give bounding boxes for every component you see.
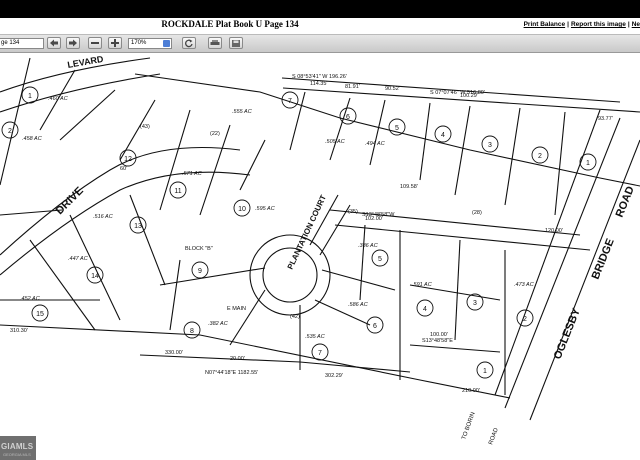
zoom-value: 170% — [131, 40, 147, 46]
lot-number: 15 — [36, 311, 44, 318]
misc-label: (22) — [210, 131, 220, 137]
lot-area: .516 AC — [93, 214, 113, 220]
lot-number: 13 — [134, 223, 142, 230]
lot-area: .452 AC — [20, 296, 40, 302]
misc-label: (28) — [472, 210, 482, 216]
block-label: BLOCK "B" — [185, 246, 213, 252]
misc-label: 60' — [120, 166, 127, 172]
lot-area: .505 AC — [325, 139, 345, 145]
lot-area: .494 AC — [365, 141, 385, 147]
lot-area: .586 AC — [348, 302, 368, 308]
zoom-out-button[interactable] — [88, 37, 102, 49]
lot-number: 7 — [288, 98, 292, 105]
lot-number: 10 — [238, 206, 246, 213]
lot-number: 4 — [441, 132, 445, 139]
forward-button[interactable] — [66, 37, 80, 49]
lot-number: 3 — [488, 142, 492, 149]
viewer-toolbar: ge 134 170% — [0, 35, 640, 53]
dimension-label: 100.29' — [460, 93, 478, 99]
back-button[interactable] — [47, 37, 61, 49]
lot-area: .535 AC — [305, 334, 325, 340]
link-separator: | — [627, 21, 630, 28]
lot-number: 4 — [423, 306, 427, 313]
plat-image-viewer[interactable]: 1 2 12 11 10 7 6 5 4 3 2 1 13 9 14 15 8 … — [0, 53, 640, 460]
lot-number: 1 — [28, 93, 32, 100]
zoom-in-button[interactable] — [108, 37, 122, 49]
dimension-label: 302.29' — [325, 373, 343, 379]
top-black-bar — [0, 0, 640, 18]
misc-label: (42) — [290, 314, 300, 320]
dimension-label: 330.00' — [165, 350, 183, 356]
dimension-label: 90.52' — [385, 86, 400, 92]
lot-area: .458 AC — [22, 136, 42, 142]
page-title: ROCKDALE Plat Book U Page 134 — [161, 19, 299, 29]
lot-area: .460 AC — [48, 96, 68, 102]
lot-number: 11 — [174, 188, 181, 195]
lot-area: .571 AC — [182, 171, 202, 177]
plat-map-drawing: 1 2 12 11 10 7 6 5 4 3 2 1 13 9 14 15 8 … — [0, 53, 640, 460]
lot-number: 2 — [8, 128, 12, 135]
lot-number: 5 — [395, 125, 399, 132]
watermark-text: GIAMLS — [1, 442, 34, 451]
lot-area: .473 AC — [514, 282, 534, 288]
page-field[interactable]: ge 134 — [0, 38, 44, 49]
lot-area: .447 AC — [68, 256, 88, 262]
dimension-label: 310.30' — [10, 328, 28, 334]
lot-area: .591 AC — [412, 282, 432, 288]
print-icon — [210, 40, 220, 45]
easement-label: E MAIN — [227, 306, 246, 312]
zoom-select[interactable]: 170% — [128, 38, 172, 49]
lot-number: 2 — [538, 153, 542, 160]
mls-watermark: GIAMLS GEORGIA MLS — [0, 436, 36, 460]
lot-number: 8 — [190, 328, 194, 335]
misc-label: (43) — [140, 124, 150, 130]
lot-number: 14 — [91, 273, 99, 280]
lot-number: 7 — [318, 350, 322, 357]
dimension-label: 93.77' — [598, 116, 613, 122]
save-button[interactable] — [229, 37, 243, 49]
misc-label: (35) — [348, 209, 358, 215]
lot-number: 2 — [523, 316, 527, 323]
lot-number: 12 — [124, 156, 132, 163]
title-bar: ROCKDALE Plat Book U Page 134 Print Bala… — [0, 18, 640, 35]
dropdown-arrow-icon — [163, 40, 170, 47]
forward-arrow-icon — [69, 39, 77, 47]
zoom-out-icon — [91, 42, 99, 44]
dimension-label: 81.91' — [345, 84, 360, 90]
dimension-label: 114.35' — [310, 81, 327, 87]
bearing-label: S 08°53'41" W 196.26' — [292, 74, 347, 80]
save-icon — [232, 40, 240, 47]
lot-number: 1 — [586, 160, 590, 167]
bearing-label: S13°48'58"E — [422, 338, 453, 344]
zoom-in-icon — [111, 39, 119, 47]
lot-number: 6 — [346, 114, 350, 121]
dimension-label: 100.00' — [430, 332, 448, 338]
rotate-button[interactable] — [182, 37, 196, 49]
watermark-subtext: GEORGIA MLS — [3, 452, 31, 457]
dimension-label: 120.00' — [545, 228, 563, 234]
dimension-label: 102.00' — [365, 216, 383, 222]
lot-number: 6 — [373, 323, 377, 330]
lot-number: 1 — [483, 368, 487, 375]
print-balance-link[interactable]: Print Balance — [524, 21, 566, 28]
lot-area: .382 AC — [208, 321, 228, 327]
link-separator: | — [567, 21, 569, 28]
lot-area: .595 AC — [255, 206, 275, 212]
print-button[interactable] — [208, 37, 222, 49]
rotate-icon — [185, 39, 193, 48]
next-link[interactable]: Ne — [632, 21, 640, 28]
lot-number: 5 — [378, 256, 382, 263]
bearing-label: N07°44'18"E 1182.55' — [205, 370, 258, 376]
lot-number: 9 — [198, 268, 202, 275]
dimension-label: 20.00' — [230, 356, 245, 362]
lot-area: .555 AC — [232, 109, 252, 115]
dimension-label: 210.00' — [462, 388, 480, 394]
report-image-link[interactable]: Report this image — [571, 21, 626, 28]
lot-number: 3 — [473, 300, 477, 307]
header-links: Print Balance | Report this image | Ne — [524, 21, 640, 28]
back-arrow-icon — [50, 39, 58, 47]
lot-area: .386 AC — [358, 243, 378, 249]
dimension-label: 109.58' — [400, 184, 418, 190]
